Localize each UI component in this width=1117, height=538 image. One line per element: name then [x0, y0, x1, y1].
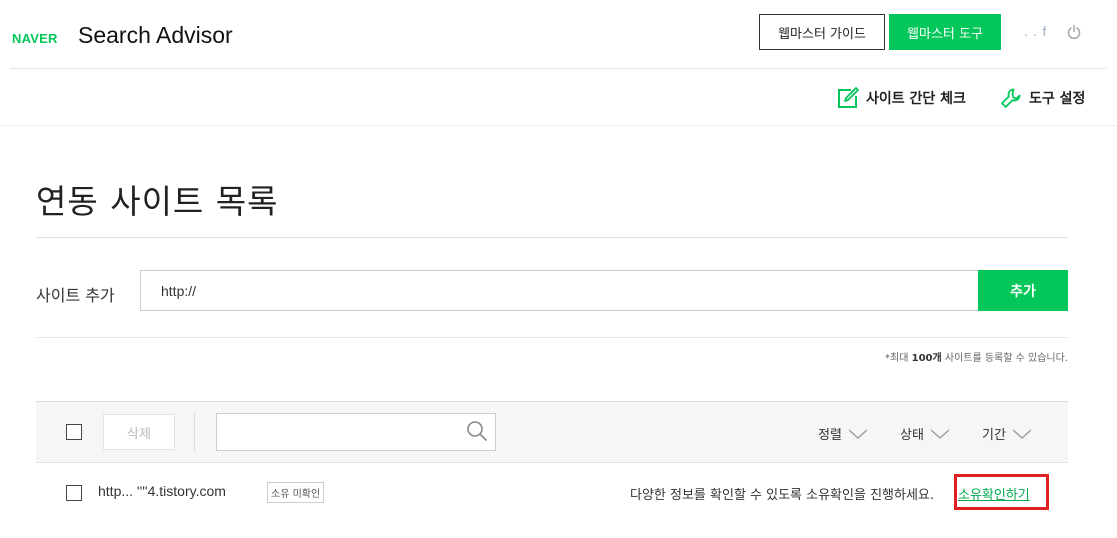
row-checkbox[interactable]: [66, 485, 82, 501]
page-title: 연동 사이트 목록: [36, 182, 279, 221]
tool-settings-label: 도구 설정: [1029, 91, 1086, 107]
site-url[interactable]: http... ''''4.tistory.com: [98, 483, 226, 499]
tool-settings-link[interactable]: 도구 설정: [999, 82, 1085, 114]
select-all-checkbox[interactable]: [66, 424, 82, 440]
site-list-toolbar: 삭제 정렬 상태 기간: [36, 401, 1068, 463]
limit-count: 100개: [911, 353, 942, 364]
naver-logo[interactable]: NAVER: [12, 31, 58, 46]
chevron-down-icon: [848, 429, 868, 439]
user-name[interactable]: . . f: [1024, 24, 1047, 39]
title-divider: [36, 237, 1068, 238]
period-dropdown[interactable]: 기간: [982, 424, 1032, 443]
chevron-down-icon: [930, 429, 950, 439]
status-label: 상태: [900, 428, 924, 443]
add-site-input[interactable]: [140, 270, 979, 311]
ownership-message: 다양한 정보를 확인할 수 있도록 소유확인을 진행하세요.: [630, 488, 935, 503]
status-badge: 소유 미확인: [267, 482, 325, 503]
top-header: NAVER Search Advisor 웹마스터 가이드 웹마스터 도구 . …: [0, 0, 1117, 69]
wrench-icon: [1001, 88, 1021, 108]
status-dropdown[interactable]: 상태: [900, 424, 950, 443]
add-site-divider: [36, 337, 1068, 338]
limit-suffix: 사이트를 등록할 수 있습니다.: [941, 353, 1068, 364]
add-site-label: 사이트 추가: [36, 286, 115, 305]
edit-check-icon: [838, 87, 859, 108]
site-quick-check-link[interactable]: 사이트 간단 체크: [836, 82, 966, 114]
search-icon[interactable]: [466, 420, 488, 442]
period-label: 기간: [982, 428, 1006, 443]
chevron-down-icon: [1012, 429, 1032, 439]
product-title[interactable]: Search Advisor: [78, 22, 233, 49]
webmaster-tools-button[interactable]: 웹마스터 도구: [889, 14, 1001, 50]
toolbar-divider: [194, 412, 195, 452]
header-divider: [10, 68, 1107, 69]
site-quick-check-label: 사이트 간단 체크: [866, 91, 966, 107]
site-search-input[interactable]: [216, 413, 496, 451]
verify-ownership-link[interactable]: 소유확인하기: [958, 484, 1030, 503]
sort-label: 정렬: [818, 428, 842, 443]
sort-dropdown[interactable]: 정렬: [818, 424, 868, 443]
table-row: http... ''''4.tistory.com 소유 미확인 다양한 정보를…: [36, 463, 1068, 521]
add-site-button[interactable]: 추가: [978, 270, 1068, 311]
subnav-divider: [0, 125, 1117, 126]
delete-button[interactable]: 삭제: [103, 414, 175, 450]
site-limit-note: *최대 100개 사이트를 등록할 수 있습니다.: [885, 349, 1068, 364]
logout-power-icon[interactable]: [1066, 24, 1082, 40]
limit-prefix: *최대: [885, 353, 912, 364]
webmaster-guide-button[interactable]: 웹마스터 가이드: [759, 14, 885, 50]
